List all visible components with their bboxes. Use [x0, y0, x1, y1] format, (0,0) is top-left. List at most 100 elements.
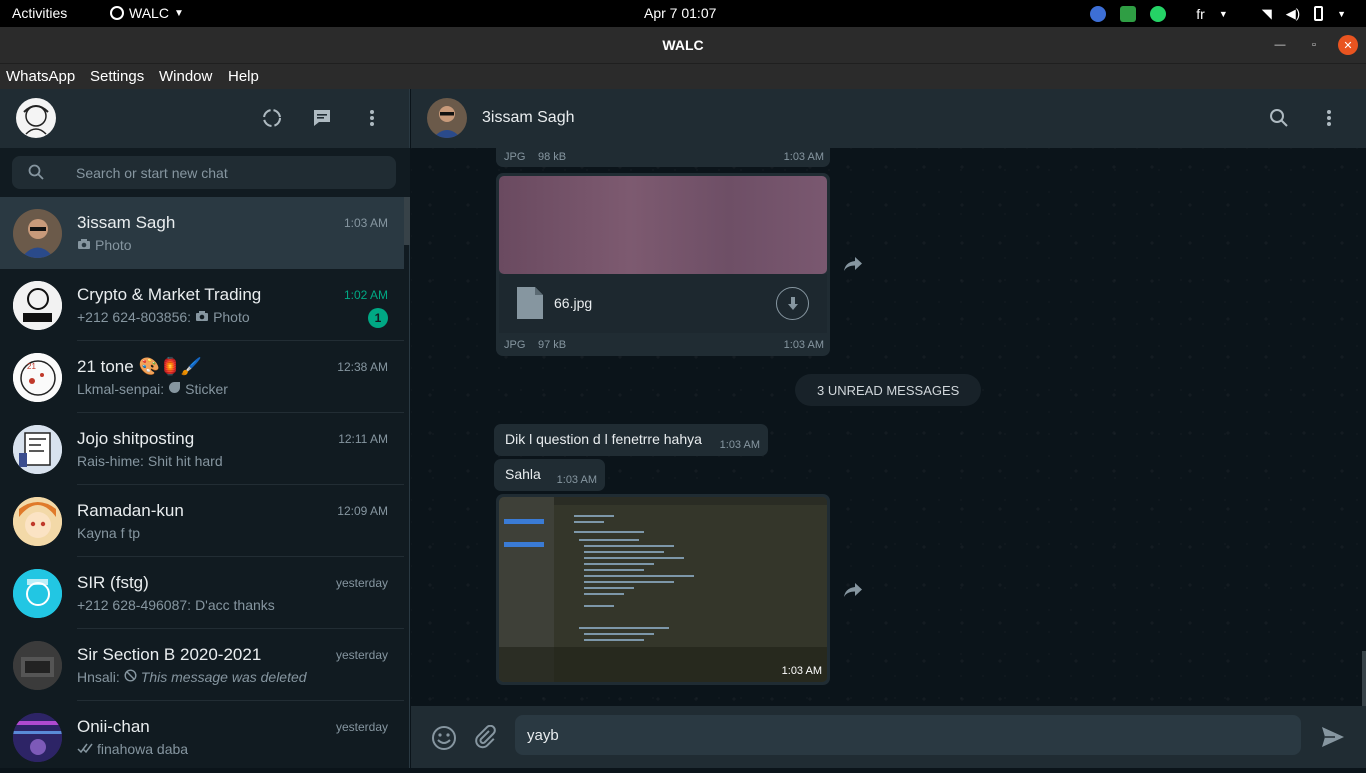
conversation-panel: 3issam Sagh JPG 98 kB 1:03 AM 66.jpg JPG…	[411, 89, 1366, 768]
chat-preview-text: D'acc thanks	[195, 597, 275, 613]
whatsapp-tray-icon	[110, 6, 124, 20]
input-language[interactable]: fr	[1196, 6, 1205, 22]
emoji-icon[interactable]	[431, 725, 457, 756]
image-message[interactable]: 1:03 AM	[496, 494, 830, 685]
chat-preview-sender: Hnsali:	[77, 669, 120, 685]
message-time: 1:03 AM	[783, 339, 824, 351]
chat-item[interactable]: 21 21 tone 🎨🏮🖌️ 12:38 AM Lkmal-senpai: S…	[0, 341, 404, 413]
new-chat-icon[interactable]	[311, 107, 333, 134]
chat-name: SIR (fstg)	[77, 573, 149, 592]
message-time: 1:03 AM	[719, 439, 760, 451]
chat-preview-sender: +212 628-496087:	[77, 597, 192, 613]
file-type: JPG	[504, 339, 526, 351]
volume-icon[interactable]: ◀)	[1286, 6, 1300, 22]
clock[interactable]: Apr 7 01:07	[644, 5, 716, 21]
system-tray: fr ▼ ◥ ◀) ▼	[1090, 4, 1346, 23]
sidebar-scrollbar[interactable]	[404, 197, 410, 245]
my-profile-avatar[interactable]	[16, 98, 56, 138]
forward-icon[interactable]	[843, 582, 863, 603]
unread-messages-banner: 3 UNREAD MESSAGES	[795, 374, 982, 406]
wifi-icon[interactable]: ◥	[1262, 6, 1272, 22]
chat-list: 3issam Sagh 1:03 AM Photo Crypto & Marke…	[0, 197, 404, 773]
chat-item[interactable]: SIR (fstg) yesterday +212 628-496087: D'…	[0, 557, 404, 629]
message-area[interactable]: JPG 98 kB 1:03 AM 66.jpg JPG 97 kB 1:03 …	[411, 142, 1366, 765]
chat-preview: Photo	[77, 237, 132, 253]
file-message[interactable]: 66.jpg JPG 97 kB 1:03 AM	[496, 173, 830, 356]
app-menu-label: WALC	[129, 5, 169, 21]
chat-item[interactable]: Sir Section B 2020-2021 yesterday Hnsali…	[0, 629, 404, 701]
image-message[interactable]: JPG 98 kB 1:03 AM	[496, 142, 830, 167]
app-menu[interactable]: WALC ▼	[110, 5, 184, 21]
menu-dots-icon[interactable]	[361, 107, 383, 134]
chat-item[interactable]: Ramadan-kun 12:09 AM Kayna f tp	[0, 485, 404, 557]
forward-icon[interactable]	[843, 256, 863, 277]
chat-item[interactable]: Jojo shitposting 12:11 AM Rais-hime: Shi…	[0, 413, 404, 485]
contact-avatar	[13, 641, 62, 690]
contact-avatar	[13, 497, 62, 546]
chat-item[interactable]: Crypto & Market Trading 1:02 AM +212 624…	[0, 269, 404, 341]
contact-name[interactable]: 3issam Sagh	[482, 109, 575, 127]
window-title: WALC	[662, 37, 704, 53]
close-button[interactable]: ✕	[1338, 35, 1358, 55]
conversation-header[interactable]: 3issam Sagh	[411, 89, 1366, 148]
text-message[interactable]: Sahla 1:03 AM	[494, 459, 605, 491]
chat-time: 1:03 AM	[343, 216, 388, 230]
maximize-button[interactable]: ▫	[1304, 35, 1324, 55]
menu-settings[interactable]: Settings	[90, 68, 144, 85]
account-indicator-icon[interactable]	[1090, 5, 1107, 22]
search-icon	[28, 164, 44, 185]
chat-preview-text: Shit hit hard	[147, 453, 223, 469]
image-preview[interactable]	[499, 176, 827, 274]
image-preview[interactable]	[499, 497, 827, 682]
message-input[interactable]	[527, 715, 1287, 755]
chat-item[interactable]: 3issam Sagh 1:03 AM Photo	[0, 197, 404, 269]
download-icon[interactable]	[776, 287, 809, 320]
attach-icon[interactable]	[473, 724, 497, 754]
chat-name: 3issam Sagh	[77, 213, 176, 232]
menu-help[interactable]: Help	[228, 68, 259, 85]
search-box[interactable]	[12, 156, 396, 189]
system-top-bar: Activities WALC ▼ Apr 7 01:07 fr ▼ ◥ ◀) …	[0, 0, 1366, 27]
chat-name: Onii-chan	[77, 717, 150, 736]
chat-preview-sender: Lkmal-senpai:	[77, 381, 165, 397]
chat-preview-sender: Rais-hime:	[77, 453, 144, 469]
chat-preview: +212 624-803856: Photo	[77, 309, 250, 325]
chat-preview-text: Kayna f tp	[77, 525, 141, 541]
menu-dots-icon[interactable]	[1319, 108, 1339, 133]
unread-badge: 1	[368, 308, 388, 328]
chat-preview-text: Photo	[95, 237, 132, 253]
status-icon[interactable]	[261, 107, 283, 134]
chevron-down-icon[interactable]: ▼	[1337, 9, 1346, 19]
chat-preview-text: finahowa daba	[97, 741, 189, 757]
shield-icon[interactable]	[1120, 5, 1137, 22]
contact-avatar: 21	[13, 353, 62, 402]
chat-preview: +212 628-496087: D'acc thanks	[77, 597, 275, 613]
chevron-down-icon: ▼	[173, 7, 184, 19]
chat-preview-text: Photo	[213, 309, 250, 325]
send-icon[interactable]	[1321, 726, 1345, 753]
camera-icon	[77, 237, 91, 253]
activities-button[interactable]: Activities	[12, 5, 67, 21]
minimize-button[interactable]: —	[1270, 35, 1290, 55]
chat-item[interactable]: Onii-chan yesterday finahowa daba	[0, 701, 404, 773]
chat-preview: Lkmal-senpai: Sticker	[77, 381, 228, 397]
chat-name: Ramadan-kun	[77, 501, 184, 520]
chat-name: Crypto & Market Trading	[77, 285, 262, 304]
chat-name: Jojo shitposting	[77, 429, 195, 448]
whatsapp-indicator-icon[interactable]	[1150, 5, 1167, 22]
text-message[interactable]: Dik l question d l fenetrre hahya 1:03 A…	[494, 424, 768, 456]
menu-whatsapp[interactable]: WhatsApp	[6, 68, 75, 85]
message-time: 1:03 AM	[783, 151, 824, 163]
search-icon[interactable]	[1269, 108, 1289, 133]
chat-time: 1:02 AM	[343, 288, 388, 302]
contact-avatar[interactable]	[427, 98, 467, 138]
message-input-wrap[interactable]	[515, 715, 1301, 755]
chevron-down-icon: ▼	[1218, 8, 1228, 19]
chat-time: 12:11 AM	[338, 432, 388, 446]
battery-icon[interactable]	[1314, 6, 1324, 21]
chat-preview: Kayna f tp	[77, 525, 140, 541]
menu-window[interactable]: Window	[159, 68, 212, 85]
search-input[interactable]	[76, 156, 376, 189]
chat-name: Sir Section B 2020-2021	[77, 645, 262, 664]
file-attachment[interactable]: 66.jpg	[499, 274, 827, 333]
